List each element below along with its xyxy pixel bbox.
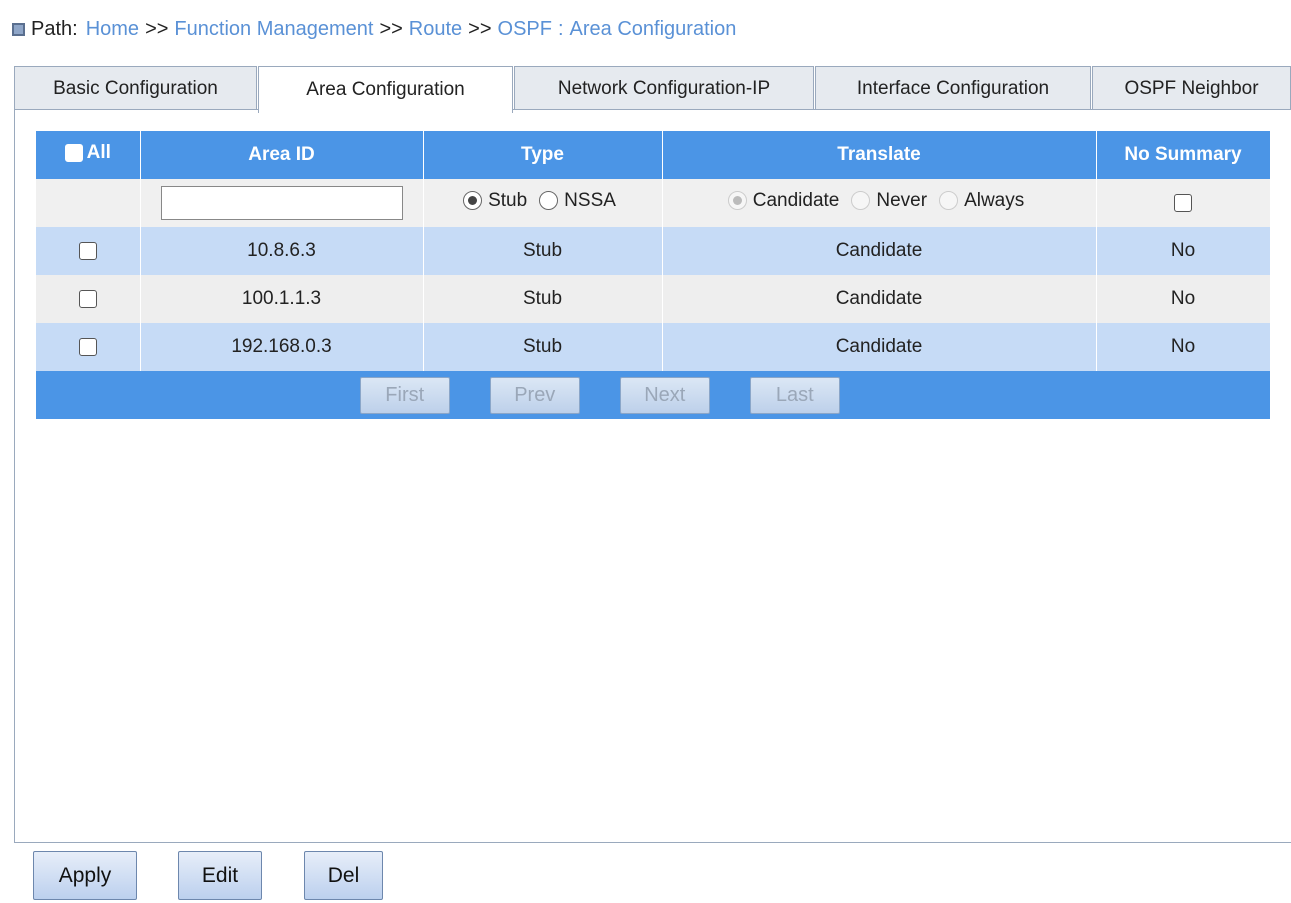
translate-always-label: Always: [964, 189, 1025, 211]
type-nssa-label: NSSA: [564, 189, 616, 211]
row-area-id: 192.168.0.3: [140, 323, 424, 371]
area-id-input-cell: [140, 179, 424, 227]
header-translate: Translate: [662, 131, 1097, 179]
tab-interface-configuration[interactable]: Interface Configuration: [815, 66, 1091, 110]
row-translate: Candidate: [662, 275, 1097, 323]
row-no-summary: No: [1096, 227, 1271, 275]
pager-prev-button[interactable]: Prev: [489, 376, 580, 414]
type-radio-cell: Stub NSSA: [423, 179, 663, 227]
row-checkbox[interactable]: [78, 241, 97, 260]
row-type: Stub: [423, 275, 663, 323]
breadcrumb-ospf-link[interactable]: OSPF: [498, 18, 552, 41]
tab-area-configuration[interactable]: Area Configuration: [258, 66, 513, 113]
input-row: Stub NSSA Candidate Never Always: [36, 179, 1271, 227]
breadcrumb-colon: :: [557, 17, 564, 40]
select-all-label: All: [86, 142, 111, 163]
pager-last-button[interactable]: Last: [749, 376, 840, 414]
row-type: Stub: [423, 227, 663, 275]
breadcrumb-home-link[interactable]: Home: [86, 18, 139, 41]
row-translate: Candidate: [662, 323, 1097, 371]
pager-row: First Prev Next Last: [36, 371, 1271, 419]
tab-network-configuration-ip[interactable]: Network Configuration-IP: [514, 66, 814, 110]
translate-never-radio[interactable]: [851, 191, 871, 211]
table-row: 10.8.6.3 Stub Candidate No: [36, 227, 1271, 275]
translate-always-radio[interactable]: [939, 191, 959, 211]
header-no-summary: No Summary: [1096, 131, 1271, 179]
edit-button[interactable]: Edit: [178, 851, 262, 900]
path-label: Path:: [31, 17, 78, 40]
type-stub-radio[interactable]: [463, 191, 483, 211]
row-translate: Candidate: [662, 227, 1097, 275]
breadcrumb-separator: >>: [379, 17, 403, 40]
select-all-checkbox[interactable]: [64, 144, 83, 162]
breadcrumb-separator: >>: [468, 17, 492, 40]
pager: First Prev Next Last: [0, 376, 1270, 414]
row-no-summary: No: [1096, 323, 1271, 371]
pager-next-button[interactable]: Next: [619, 376, 710, 414]
header-type: Type: [423, 131, 663, 179]
row-checkbox[interactable]: [78, 289, 97, 308]
translate-candidate-label: Candidate: [752, 189, 840, 211]
header-select-all[interactable]: All: [36, 131, 141, 179]
tab-bar: Basic Configuration Area Configuration N…: [14, 66, 1291, 113]
tab-basic-configuration[interactable]: Basic Configuration: [14, 66, 257, 110]
header-area-id: Area ID: [140, 131, 424, 179]
area-table: All Area ID Type Translate No Summary St…: [36, 131, 1271, 419]
path-square-icon: [12, 22, 25, 36]
row-area-id: 100.1.1.3: [140, 275, 424, 323]
no-summary-checkbox[interactable]: [1174, 193, 1192, 212]
row-no-summary: No: [1096, 275, 1271, 323]
table-row: 100.1.1.3 Stub Candidate No: [36, 275, 1271, 323]
row-area-id: 10.8.6.3: [140, 227, 424, 275]
apply-button[interactable]: Apply: [33, 851, 137, 900]
breadcrumb-route-link[interactable]: Route: [409, 18, 462, 41]
type-stub-label: Stub: [488, 189, 528, 211]
breadcrumb-function-management-link[interactable]: Function Management: [174, 18, 373, 41]
breadcrumb: Path: Home >> Function Management >> Rou…: [12, 14, 736, 44]
breadcrumb-area-configuration: Area Configuration: [569, 17, 737, 40]
tab-ospf-neighbor[interactable]: OSPF Neighbor: [1092, 66, 1291, 110]
translate-candidate-radio[interactable]: [727, 191, 747, 211]
row-type: Stub: [423, 323, 663, 371]
row-checkbox[interactable]: [78, 337, 97, 356]
area-id-input[interactable]: [160, 186, 403, 220]
input-row-select-cell: [36, 179, 141, 227]
translate-never-label: Never: [876, 189, 928, 211]
del-button[interactable]: Del: [304, 851, 383, 900]
no-summary-input-cell: [1096, 179, 1271, 227]
breadcrumb-separator: >>: [145, 17, 169, 40]
table-header-row: All Area ID Type Translate No Summary: [36, 131, 1271, 179]
pager-first-button[interactable]: First: [359, 376, 450, 414]
type-nssa-radio[interactable]: [539, 191, 559, 211]
table-row: 192.168.0.3 Stub Candidate No: [36, 323, 1271, 371]
translate-radio-cell: Candidate Never Always: [662, 179, 1097, 227]
